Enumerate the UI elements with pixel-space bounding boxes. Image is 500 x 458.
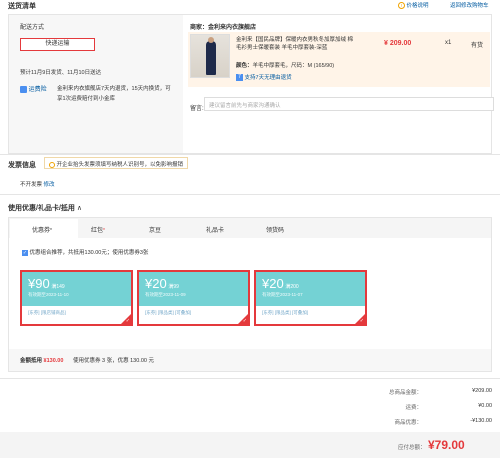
shipping-method-label: 配送方式 bbox=[20, 25, 45, 31]
product-stock: 有货 bbox=[471, 43, 484, 49]
check-icon: ✓ bbox=[125, 318, 130, 324]
shipping-insurance-tag: 运费险 bbox=[20, 84, 47, 93]
note-label: 留言: bbox=[190, 106, 204, 112]
invoice-edit-link[interactable]: 修改 bbox=[44, 182, 55, 188]
divider bbox=[0, 154, 500, 155]
price-help-link[interactable]: ! 价格说明 bbox=[398, 1, 429, 10]
tab-pickup-code[interactable]: 领货码 bbox=[245, 225, 305, 234]
lightbulb-icon bbox=[49, 161, 55, 168]
seller-name[interactable]: 金利来内衣旗舰店 bbox=[208, 25, 256, 31]
model-head bbox=[208, 37, 214, 43]
shipping-option-button[interactable]: 快递运输 bbox=[20, 38, 95, 51]
invoice-title: 发票信息 bbox=[8, 162, 36, 169]
back-to-cart-link[interactable]: 返回修改购物车 bbox=[450, 1, 489, 9]
coupon-card[interactable]: ¥90 满149 有效期至2023-11-10 [东券] [限店铺商品] ✓ bbox=[20, 270, 133, 326]
tab-gift-card[interactable]: 礼品卡 bbox=[185, 225, 245, 234]
tab-jingdou[interactable]: 京豆 bbox=[125, 225, 185, 234]
note-input[interactable]: 建议留言前先与商家沟通确认 bbox=[204, 97, 494, 111]
invoice-status: 不开发票 修改 bbox=[20, 182, 55, 188]
coupon-card[interactable]: ¥20 满99 有效期至2023-11-09 [东券] [限品类] [可叠加] … bbox=[137, 270, 250, 326]
info-icon: ! bbox=[398, 2, 405, 10]
chevron-up-icon: ∧ bbox=[76, 205, 82, 212]
invoice-tip: 开企业抬头发票须填写纳税人识别号，以免影响报销 bbox=[44, 157, 189, 169]
product-attrs: 颜色：羊毛中厚套毛，尺码：M (165/90) bbox=[236, 63, 335, 69]
check-icon: ✓ bbox=[359, 318, 364, 324]
combo-recommend[interactable]: ✓ 优惠组合推荐，共抵用130.00元；使用优惠券3张 bbox=[22, 248, 148, 256]
coupons-title[interactable]: 使用优惠/礼品卡/抵用 ∧ bbox=[8, 203, 82, 213]
tab-coupons[interactable]: 优惠券* bbox=[12, 225, 72, 234]
check-icon: ✓ bbox=[242, 318, 247, 324]
delivery-eta: 预计11月9日发货、11月10日送达 bbox=[20, 70, 102, 76]
total-amount: ¥79.00 bbox=[428, 438, 465, 452]
checkbox-checked-icon: ✓ bbox=[22, 249, 28, 256]
divider bbox=[0, 194, 500, 195]
seller-row: 商家：金利来内衣旗舰店 bbox=[190, 25, 257, 31]
return-policy: 7 支持7天无理由退货 bbox=[236, 73, 292, 82]
page-title: 送货清单 bbox=[8, 3, 36, 10]
total-label: 应付总额： bbox=[398, 445, 426, 451]
product-price: ¥ 209.00 bbox=[384, 40, 412, 47]
product-title[interactable]: 金利来【国民品牌】保暖内衣男秋冬加厚加绒 棉毛衫男士保暖套装 羊毛中厚套装-深蓝 bbox=[236, 36, 356, 52]
product-image[interactable] bbox=[190, 34, 230, 78]
coupon-card[interactable]: ¥20 满200 有效期至2023-11-07 [东券] [限品类] [可叠加]… bbox=[254, 270, 367, 326]
shipping-insurance-desc: 金利来内衣旗舰店7天内退货，15天内换货，可享1次运费赔付到小金库 bbox=[57, 86, 171, 102]
shield-icon bbox=[20, 85, 27, 93]
tab-red-packet[interactable]: 红包* bbox=[68, 225, 128, 234]
divider bbox=[0, 378, 500, 379]
product-qty: x1 bbox=[445, 40, 452, 46]
model-figure bbox=[206, 41, 216, 75]
deduct-summary: 金额抵用 ¥130.00 使用优惠券 3 张，优惠 130.00 元 bbox=[20, 358, 154, 364]
return-7-icon: 7 bbox=[236, 74, 243, 82]
